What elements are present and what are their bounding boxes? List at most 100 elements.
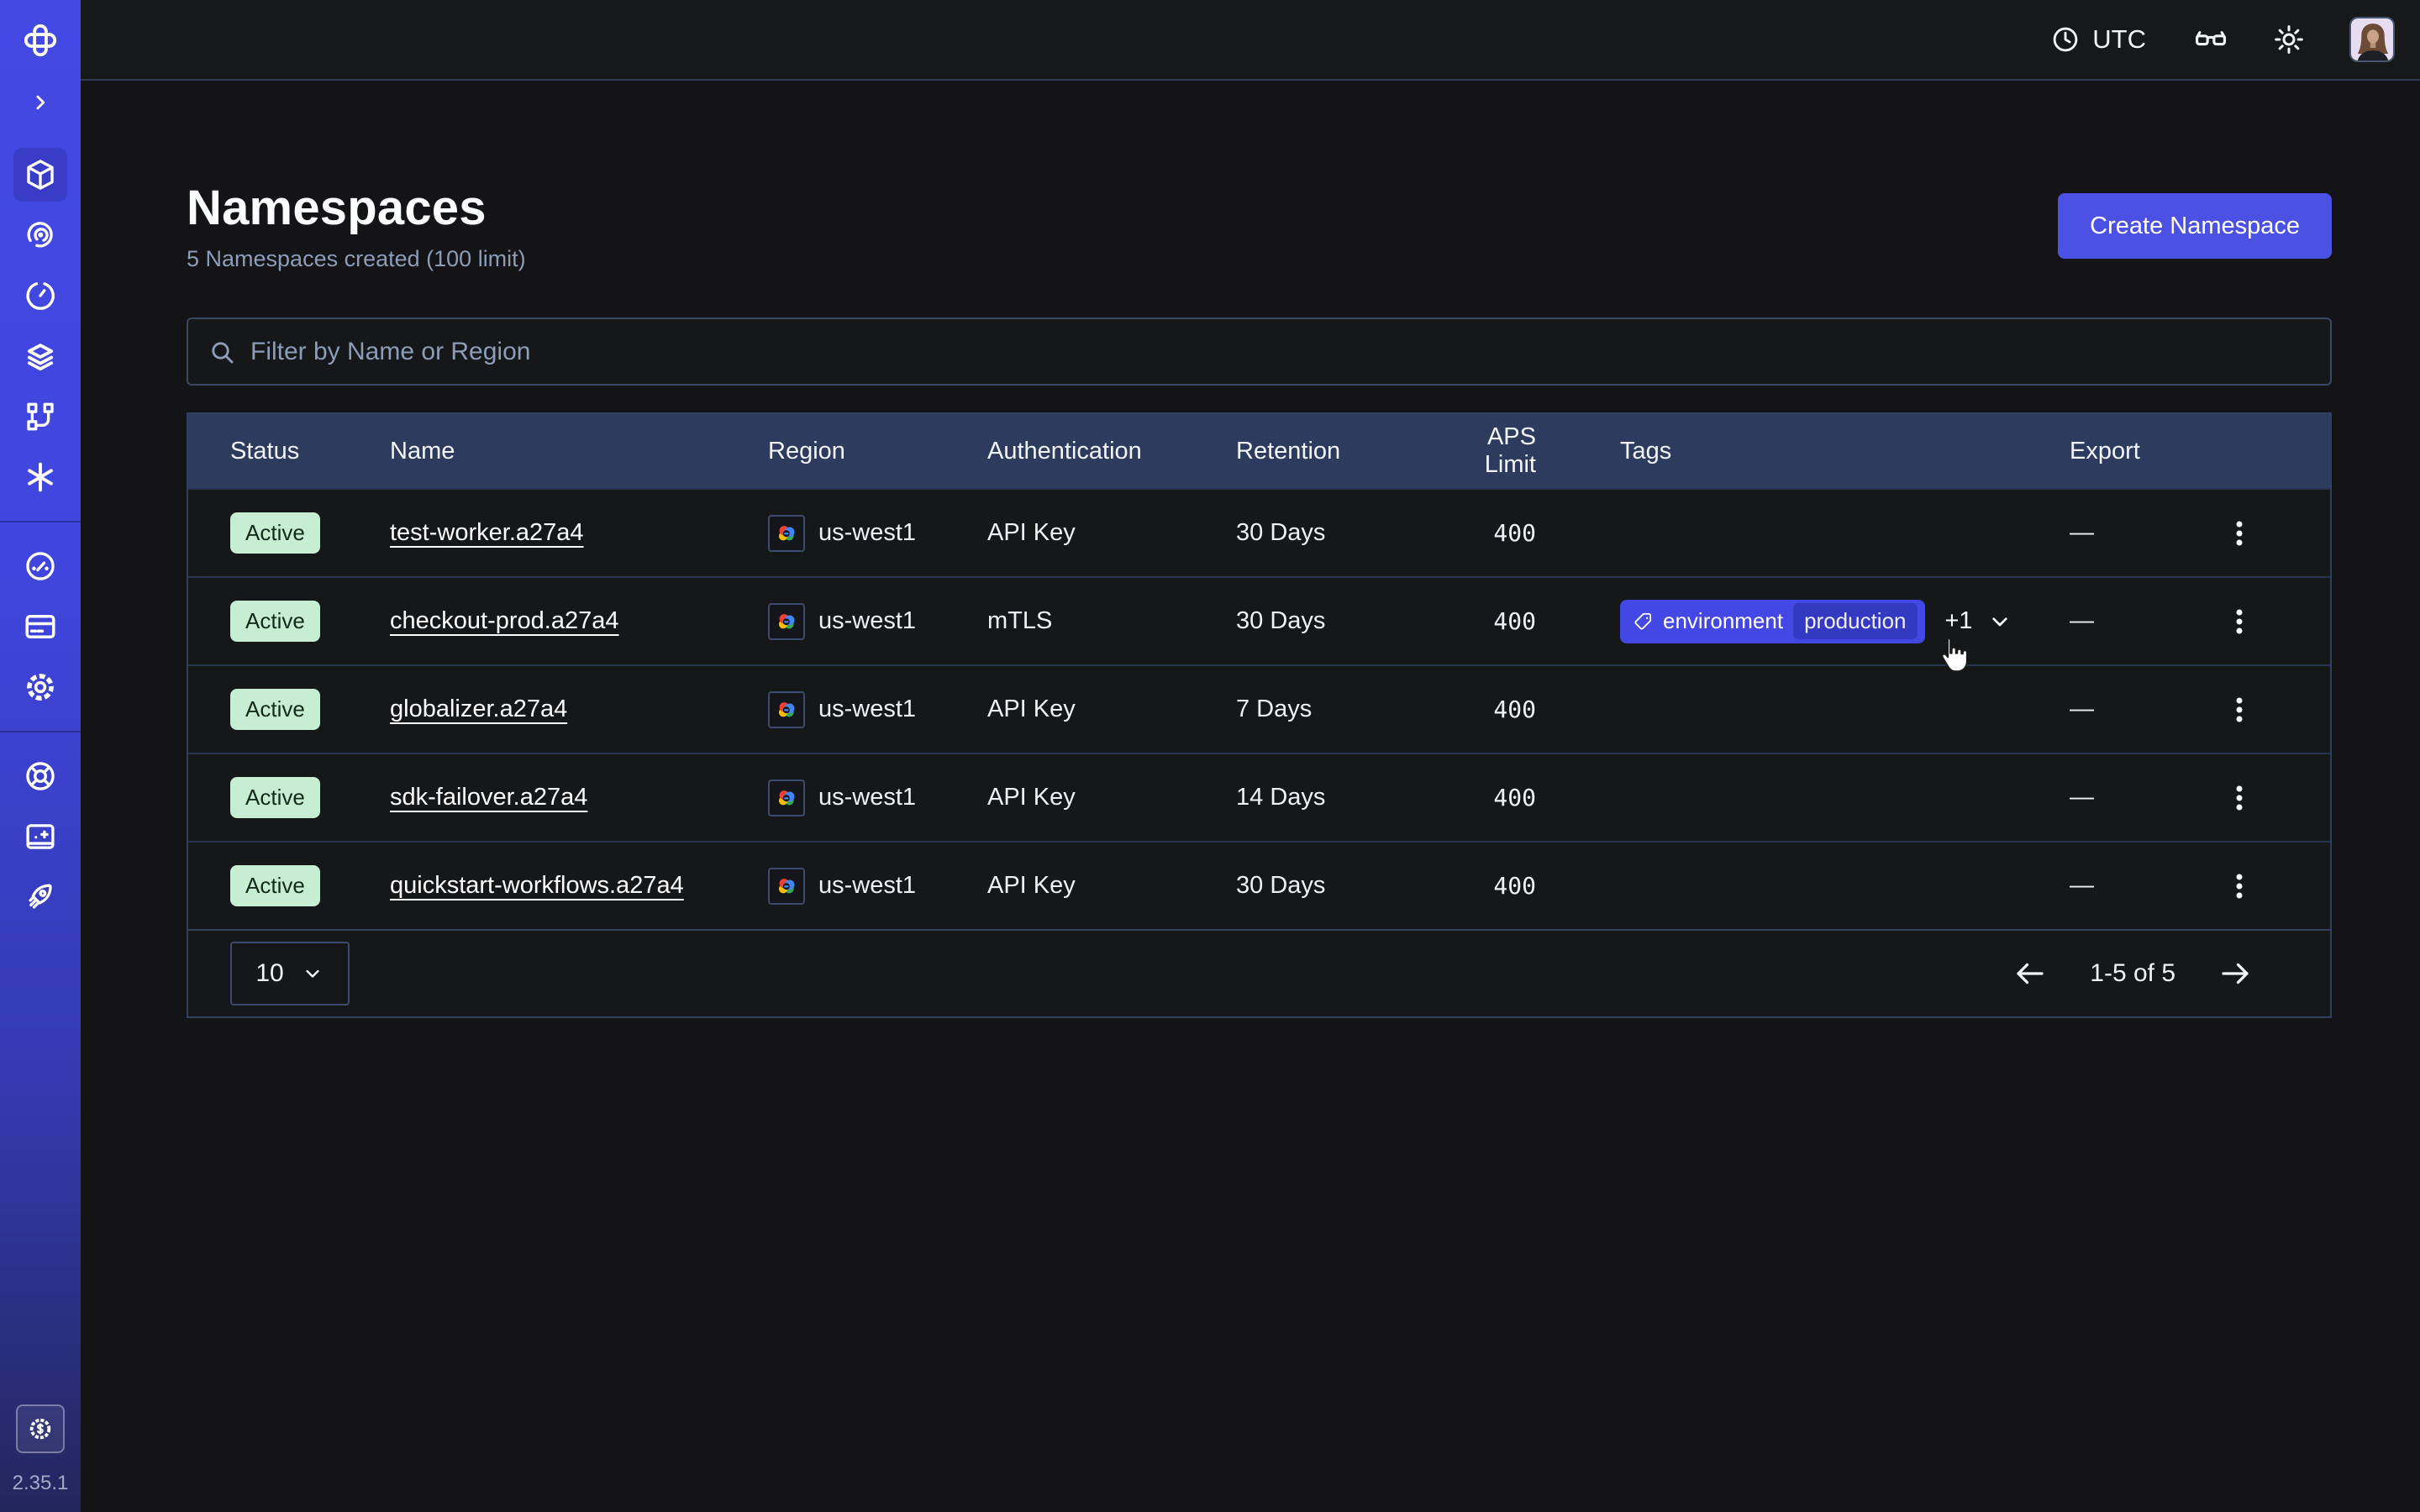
theme-toggle[interactable] bbox=[2272, 23, 2306, 56]
row-actions-button[interactable] bbox=[2216, 510, 2263, 557]
tags-cell: environment production +1 bbox=[1620, 600, 2070, 643]
region-label: us-west1 bbox=[818, 696, 916, 723]
temporal-logo[interactable] bbox=[0, 0, 81, 81]
sidebar-item-getting-started[interactable] bbox=[13, 870, 67, 924]
schedules-icon bbox=[23, 278, 58, 313]
namespaces-icon bbox=[23, 157, 58, 192]
aps-limit-value: 400 bbox=[1434, 872, 1620, 900]
namespace-link[interactable]: checkout-prod.a27a4 bbox=[390, 607, 618, 634]
sidebar: 2.35.1 bbox=[0, 0, 81, 1512]
aps-limit-value: 400 bbox=[1434, 519, 1620, 547]
region-label: us-west1 bbox=[818, 784, 916, 811]
table-row: Active globalizer.a27a4 us-west1 API Key… bbox=[188, 664, 2330, 753]
page-size-select[interactable]: 10 bbox=[230, 942, 350, 1005]
column-header-export: Export bbox=[2070, 438, 2196, 465]
namespace-link[interactable]: quickstart-workflows.a27a4 bbox=[390, 872, 684, 899]
pricing-button[interactable] bbox=[16, 1404, 65, 1453]
pager-range-label: 1-5 of 5 bbox=[2090, 959, 2175, 988]
row-actions-button[interactable] bbox=[2216, 863, 2263, 910]
sidebar-item-namespaces[interactable] bbox=[13, 148, 67, 202]
temporal-logo-icon bbox=[21, 21, 60, 60]
getting-started-icon bbox=[23, 879, 58, 915]
tag-icon bbox=[1633, 611, 1655, 633]
column-header-status: Status bbox=[230, 438, 390, 465]
sidebar-item-deployments[interactable] bbox=[13, 329, 67, 383]
sidebar-bottom: 2.35.1 bbox=[13, 1404, 69, 1512]
row-actions-button[interactable] bbox=[2216, 774, 2263, 822]
table-row: Active sdk-failover.a27a4 us-west1 API K… bbox=[188, 753, 2330, 841]
status-badge: Active bbox=[230, 865, 320, 906]
auth-value: API Key bbox=[987, 784, 1236, 811]
aps-limit-value: 400 bbox=[1434, 607, 1620, 635]
auth-value: mTLS bbox=[987, 607, 1236, 635]
namespace-link[interactable]: globalizer.a27a4 bbox=[390, 696, 567, 722]
table-pagination: 10 1-5 of 5 bbox=[188, 929, 2330, 1016]
row-actions-button[interactable] bbox=[2216, 598, 2263, 645]
avatar[interactable] bbox=[2349, 17, 2395, 62]
chevron-down-icon bbox=[1986, 608, 2013, 635]
avatar-image bbox=[2351, 18, 2395, 62]
filter-input[interactable] bbox=[250, 338, 2312, 366]
chevron-right-icon bbox=[28, 90, 53, 115]
table-row: Active test-worker.a27a4 us-west1 API Ke… bbox=[188, 488, 2330, 576]
clock-icon bbox=[2050, 24, 2081, 55]
page-title: Namespaces bbox=[187, 180, 526, 236]
status-badge: Active bbox=[230, 689, 320, 730]
sidebar-expand-button[interactable] bbox=[0, 81, 81, 124]
sidebar-item-settings[interactable] bbox=[13, 660, 67, 714]
gcp-region-icon bbox=[768, 691, 805, 728]
tags-expand-button[interactable] bbox=[1986, 608, 2013, 635]
version-label: 2.35.1 bbox=[13, 1472, 69, 1495]
search-icon bbox=[207, 337, 237, 367]
sidebar-item-support[interactable] bbox=[13, 749, 67, 803]
kebab-icon bbox=[2223, 693, 2256, 727]
sidebar-item-usage[interactable] bbox=[13, 539, 67, 593]
sidebar-nav-primary bbox=[13, 144, 67, 507]
sidebar-item-docs[interactable] bbox=[13, 810, 67, 864]
arrow-right-icon bbox=[2217, 956, 2253, 991]
export-value: — bbox=[2070, 872, 2196, 900]
create-namespace-button[interactable]: Create Namespace bbox=[2058, 193, 2332, 259]
retention-value: 30 Days bbox=[1236, 519, 1434, 547]
column-header-retention: Retention bbox=[1236, 438, 1434, 465]
retention-value: 30 Days bbox=[1236, 607, 1434, 635]
workflows-icon bbox=[23, 399, 58, 434]
previous-page-button[interactable] bbox=[2009, 953, 2051, 995]
timezone-selector[interactable]: UTC bbox=[2050, 24, 2146, 55]
sidebar-nav-account bbox=[13, 536, 67, 717]
auth-value: API Key bbox=[987, 519, 1236, 547]
arrow-left-icon bbox=[2012, 956, 2048, 991]
status-badge: Active bbox=[230, 777, 320, 818]
support-icon bbox=[23, 759, 58, 794]
row-actions-button[interactable] bbox=[2216, 686, 2263, 733]
namespaces-table: Status Name Region Authentication Retent… bbox=[187, 412, 2332, 1018]
export-value: — bbox=[2070, 784, 2196, 811]
auth-value: API Key bbox=[987, 872, 1236, 900]
usage-icon bbox=[23, 549, 58, 584]
region-label: us-west1 bbox=[818, 519, 916, 547]
table-row: Active quickstart-workflows.a27a4 us-wes… bbox=[188, 841, 2330, 929]
export-value: — bbox=[2070, 607, 2196, 635]
sidebar-item-schedules[interactable] bbox=[13, 269, 67, 323]
billing-icon bbox=[23, 609, 58, 644]
pager-controls: 1-5 of 5 bbox=[2009, 953, 2256, 995]
sun-icon bbox=[2272, 23, 2306, 56]
nexus-icon bbox=[23, 218, 58, 253]
namespace-link[interactable]: sdk-failover.a27a4 bbox=[390, 784, 587, 811]
sidebar-item-workflows[interactable] bbox=[13, 390, 67, 444]
next-page-button[interactable] bbox=[2214, 953, 2256, 995]
tag-badge[interactable]: environment production bbox=[1620, 600, 1925, 643]
sidebar-item-billing[interactable] bbox=[13, 600, 67, 654]
page-header: Namespaces 5 Namespaces created (100 lim… bbox=[187, 180, 2332, 272]
deployments-icon bbox=[23, 339, 58, 374]
filter-bar bbox=[187, 318, 2332, 386]
sidebar-item-nexus[interactable] bbox=[13, 208, 67, 262]
pricing-icon bbox=[26, 1415, 55, 1443]
kebab-icon bbox=[2223, 517, 2256, 550]
page-subtitle: 5 Namespaces created (100 limit) bbox=[187, 246, 526, 272]
labs-toggle[interactable] bbox=[2193, 22, 2228, 57]
namespace-link[interactable]: test-worker.a27a4 bbox=[390, 519, 584, 546]
status-badge: Active bbox=[230, 601, 320, 642]
sidebar-item-batch[interactable] bbox=[13, 450, 67, 504]
retention-value: 14 Days bbox=[1236, 784, 1434, 811]
